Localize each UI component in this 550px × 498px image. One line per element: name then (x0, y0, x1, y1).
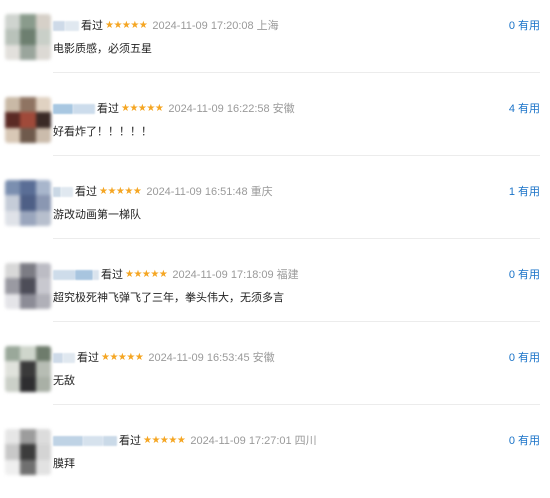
comment-text: 无敌 (53, 375, 75, 387)
watched-label: 看过 (101, 269, 123, 282)
comment-meta: 看过 ★★★★★ 2024-11-09 16:51:48 重庆 (53, 185, 273, 199)
comment-item: 看过 ★★★★★ 2024-11-09 16:53:45 安徽无敌 0 有用 (0, 332, 550, 415)
star-rating-icon: ★★★★★ (99, 186, 142, 198)
comment-time: 2024-11-09 17:27:01 (190, 435, 292, 448)
star-rating-icon: ★★★★★ (101, 352, 144, 364)
comment-item: 看过 ★★★★★ 2024-11-09 17:18:09 福建超究极死神飞弹飞了三年，… (0, 249, 550, 332)
useful-vote: 1 有用 (509, 185, 540, 199)
useful-button[interactable]: 有用 (518, 352, 540, 364)
comment-time: 2024-11-09 16:53:45 (148, 352, 250, 365)
star-rating-icon: ★★★★★ (105, 20, 148, 32)
useful-button[interactable]: 有用 (518, 20, 540, 32)
username-link[interactable] (53, 19, 79, 33)
star-rating-icon: ★★★★★ (143, 435, 186, 447)
useful-vote: 0 有用 (509, 19, 540, 33)
comment-meta: 看过 ★★★★★ 2024-11-09 17:27:01 四川 (53, 434, 317, 448)
divider (53, 404, 540, 405)
watched-label: 看过 (97, 103, 119, 116)
avatar[interactable] (5, 429, 51, 475)
useful-count: 0 (508, 20, 515, 32)
comment-meta: 看过 ★★★★★ 2024-11-09 17:20:08 上海 (53, 19, 279, 33)
avatar[interactable] (5, 14, 51, 60)
useful-count: 0 (508, 269, 515, 281)
useful-vote: 4 有用 (509, 102, 540, 116)
username-link[interactable] (53, 268, 99, 282)
comment-meta: 看过 ★★★★★ 2024-11-09 16:53:45 安徽 (53, 351, 275, 365)
divider (53, 238, 540, 239)
useful-button[interactable]: 有用 (518, 103, 540, 115)
useful-button[interactable]: 有用 (518, 435, 540, 447)
username-link[interactable] (53, 102, 95, 116)
comment-item: 看过 ★★★★★ 2024-11-09 16:22:58 安徽好看炸了！！！！！ 4 有用 (0, 83, 550, 166)
comment-region: 安徽 (252, 352, 275, 365)
useful-button[interactable]: 有用 (518, 186, 540, 198)
comment-text: 好看炸了！！！！！ (53, 126, 152, 138)
comment-region: 重庆 (250, 186, 273, 199)
comment-time: 2024-11-09 17:20:08 (152, 20, 254, 33)
watched-label: 看过 (119, 435, 141, 448)
useful-count: 1 (508, 186, 515, 198)
avatar[interactable] (5, 346, 51, 392)
comment-region: 福建 (276, 269, 299, 282)
username-link[interactable] (53, 434, 117, 448)
useful-vote: 0 有用 (509, 351, 540, 365)
comment-item: 看过 ★★★★★ 2024-11-09 17:20:08 上海电影质感，必须五星 0 有用 (0, 0, 550, 83)
watched-label: 看过 (77, 352, 99, 365)
comment-meta: 看过 ★★★★★ 2024-11-09 16:22:58 安徽 (53, 102, 295, 116)
avatar[interactable] (5, 180, 51, 226)
comment-text: 电影质感，必须五星 (53, 43, 152, 55)
comment-text: 膜拜 (53, 458, 75, 470)
comment-region: 上海 (256, 20, 279, 33)
watched-label: 看过 (75, 186, 97, 199)
avatar[interactable] (5, 263, 51, 309)
comment-text: 超究极死神飞弹飞了三年，拳头伟大，无须多言 (53, 292, 284, 304)
avatar[interactable] (5, 97, 51, 143)
comment-item: 看过 ★★★★★ 2024-11-09 16:51:48 重庆游改动画第一梯队 1 有用 (0, 166, 550, 249)
divider (53, 72, 540, 73)
useful-count: 0 (508, 435, 515, 447)
comment-time: 2024-11-09 16:51:48 (146, 186, 248, 199)
star-rating-icon: ★★★★★ (125, 269, 168, 281)
comment-meta: 看过 ★★★★★ 2024-11-09 17:18:09 福建 (53, 268, 299, 282)
useful-vote: 0 有用 (509, 268, 540, 282)
useful-vote: 0 有用 (509, 434, 540, 448)
comment-time: 2024-11-09 16:22:58 (168, 103, 270, 116)
star-rating-icon: ★★★★★ (121, 103, 164, 115)
username-link[interactable] (53, 351, 75, 365)
comment-list: 看过 ★★★★★ 2024-11-09 17:20:08 上海 电影质感，必须五星 0 有用… (0, 0, 550, 484)
useful-count: 0 (508, 352, 515, 364)
watched-label: 看过 (81, 20, 103, 33)
divider (53, 321, 540, 322)
divider (53, 155, 540, 156)
useful-button[interactable]: 有用 (518, 269, 540, 281)
comment-region: 四川 (294, 435, 317, 448)
comment-item: 看过 ★★★★★ 2024-11-09 17:27:01 四川膜拜 0 有用 (0, 415, 550, 498)
useful-count: 4 (508, 103, 515, 115)
comment-region: 安徽 (272, 103, 295, 116)
comment-text: 游改动画第一梯队 (53, 209, 141, 221)
username-link[interactable] (53, 185, 73, 199)
comment-time: 2024-11-09 17:18:09 (172, 269, 274, 282)
